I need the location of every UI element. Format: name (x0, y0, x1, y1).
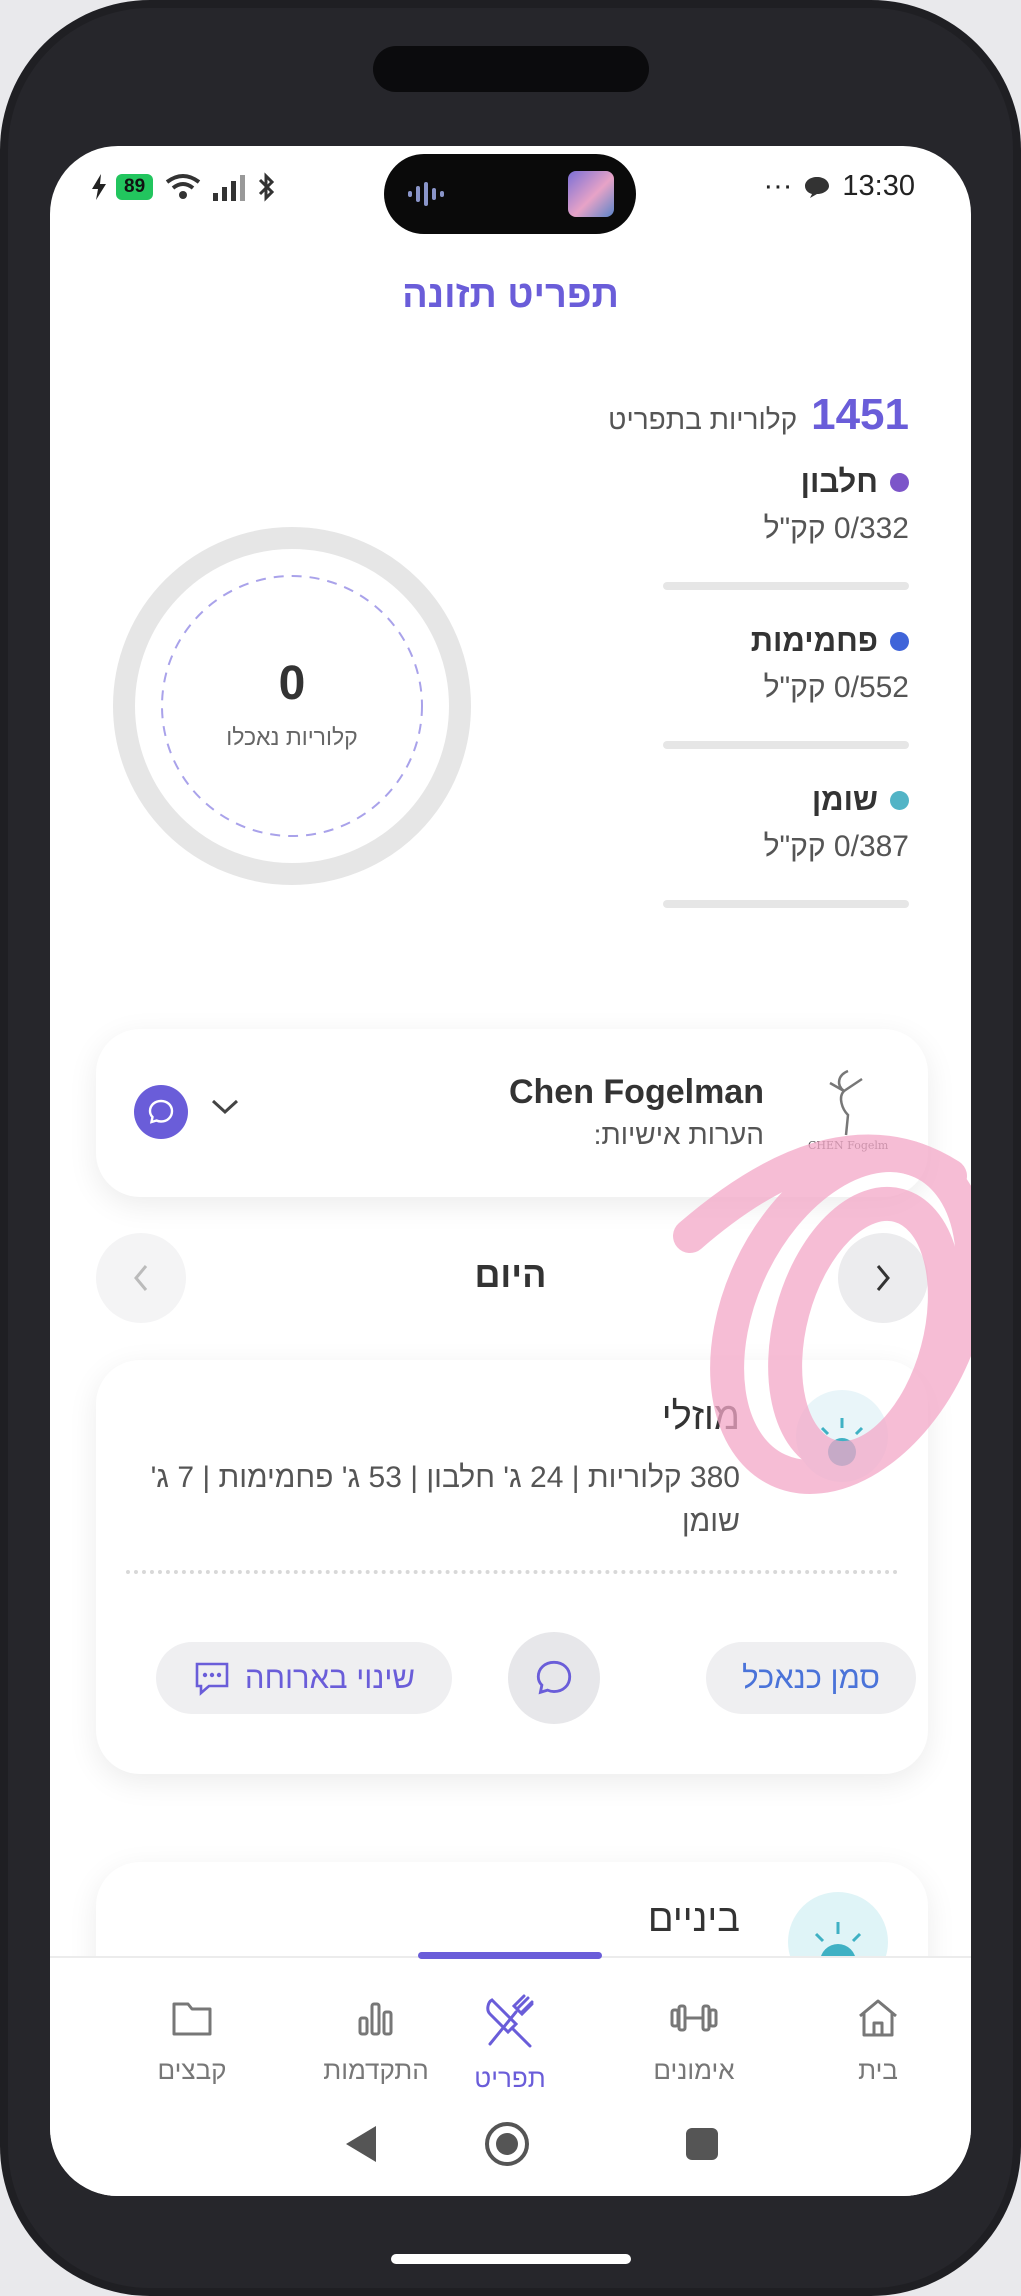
clock: 13:30 (842, 170, 915, 202)
status-bar: 89 ··· 13:30 (50, 146, 971, 236)
macro-fat: שומן 0/387 קק"ל (663, 782, 909, 908)
charging-icon (92, 174, 106, 200)
home-icon (859, 1999, 897, 2037)
status-left: 89 (92, 172, 277, 202)
meal-title: ביניים (647, 1898, 740, 1940)
home-indicator (391, 2254, 631, 2264)
message-icon (805, 176, 830, 198)
folder-icon (172, 2002, 212, 2036)
macro-value: 0/387 קק"ל (763, 830, 909, 863)
dumbbell-icon (670, 2004, 718, 2032)
dynamic-island (384, 154, 636, 234)
utensils-icon (486, 1994, 534, 2048)
bottom-navigation: קבצים התקדמות תפריט אימונים בית (50, 1952, 971, 2196)
tab-home[interactable]: בית (788, 1994, 968, 2086)
meal-description: 380 קלוריות | 24 ג' חלבון | 53 ג' פחמימו… (150, 1461, 740, 1538)
media-thumbnail[interactable] (568, 171, 614, 217)
earpiece (373, 46, 649, 92)
chevron-right-icon (876, 1265, 890, 1291)
protein-dot (890, 472, 909, 492)
tab-label: קבצים (157, 2055, 227, 2085)
system-back-button (346, 2126, 376, 2162)
macro-progress-bar (663, 741, 909, 749)
day-label: היום (474, 1254, 547, 1295)
more-indicator: ··· (763, 170, 793, 202)
tab-menu[interactable]: תפריט (420, 1994, 600, 2094)
status-right: ··· 13:30 (763, 170, 915, 203)
macro-name: פחמימות (750, 623, 878, 658)
tab-files[interactable]: קבצים (102, 1994, 282, 2086)
system-navigation-bar (346, 2122, 718, 2166)
battery-badge: 89 (116, 174, 154, 200)
macro-carbs: פחמימות 0/552 קק"ל (663, 623, 909, 749)
meal-title: מוזלי (661, 1396, 740, 1438)
eaten-calories-label: קלוריות נאכלו (226, 724, 358, 750)
signal-icon (213, 175, 246, 201)
chevron-down-icon[interactable] (210, 1097, 240, 1117)
message-dots-icon (195, 1662, 229, 1696)
carbs-dot (890, 631, 909, 651)
chat-bubble-icon (536, 1660, 572, 1695)
coach-chat-button[interactable] (134, 1085, 188, 1139)
macro-protein: חלבון 0/332 קק"ל (663, 464, 909, 590)
wifi-icon (165, 174, 201, 199)
coach-logo-text: CHEN Fogelman (808, 1139, 888, 1152)
active-tab-indicator (418, 1952, 602, 1959)
screen: 89 ··· 13:30 תפריט תזונה 1451 קלוריות בת… (50, 146, 971, 2196)
eaten-calories-value: 0 (278, 657, 306, 710)
tab-label: בית (858, 2055, 898, 2085)
tab-label: תפריט (474, 2063, 546, 2093)
coach-card[interactable]: Chen Fogelman הערות אישיות: CHEN Fogelma… (96, 1029, 928, 1197)
phone-frame: 89 ··· 13:30 תפריט תזונה 1451 קלוריות בת… (0, 0, 1021, 2296)
macro-value: 0/332 קק"ל (763, 512, 909, 545)
coach-name: Chen Fogelman (508, 1073, 764, 1111)
meal-card: מוזלי 380 קלוריות | 24 ג' חלבון | 53 ג' … (96, 1360, 928, 1774)
macro-value: 0/552 קק"ל (763, 671, 909, 704)
tab-label: אימונים (653, 2055, 735, 2085)
change-meal-label: שינוי בארוחה (244, 1660, 416, 1695)
macro-name: שומן (811, 782, 878, 817)
calories-summary: 1451 קלוריות בתפריט (608, 390, 909, 440)
bluetooth-icon (259, 172, 275, 202)
chat-bubble-icon (148, 1099, 174, 1124)
fat-dot (890, 790, 909, 810)
mark-eaten-label: סמן כנאכל (742, 1660, 880, 1695)
system-recents-button (686, 2128, 718, 2160)
macro-progress-bar (663, 900, 909, 908)
change-meal-button[interactable]: שינוי בארוחה (156, 1642, 452, 1714)
coach-logo: CHEN Fogelman (808, 1069, 888, 1152)
meal-sun-icon (796, 1390, 888, 1482)
calories-total: 1451 (811, 390, 909, 439)
bar-chart-icon (358, 2002, 393, 2036)
tab-workouts[interactable]: אימונים (604, 1994, 784, 2086)
calories-label: קלוריות בתפריט (608, 404, 798, 435)
macro-progress-bar (663, 582, 909, 590)
coach-notes-label: הערות אישיות: (593, 1119, 764, 1150)
next-day-button[interactable] (838, 1233, 928, 1323)
divider (126, 1570, 898, 1574)
audio-wave-icon (408, 182, 444, 206)
mark-eaten-button[interactable]: סמן כנאכל (706, 1642, 916, 1714)
macro-name: חלבון (800, 464, 878, 499)
meal-comment-button[interactable] (508, 1632, 600, 1724)
page-title: תפריט תזונה (402, 274, 619, 316)
